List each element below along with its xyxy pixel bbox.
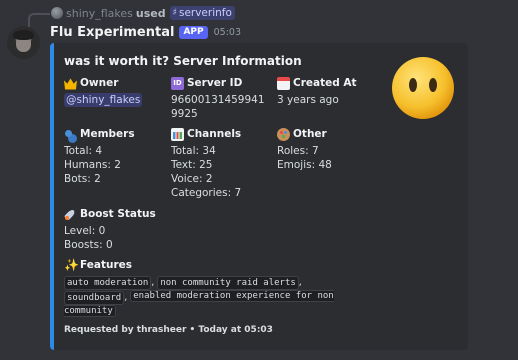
users-icon [64,128,77,141]
members-bots: Bots: 2 [64,173,101,185]
field-created-at-label: Created At [293,77,357,89]
boost-count: Boosts: 0 [64,239,113,251]
field-channels-label: Channels [187,128,242,140]
field-owner: Owner @shiny_flakes [64,76,143,107]
rocket-icon [64,208,77,221]
created-at-value: 3 years ago [277,94,339,106]
neutral-face-no-mouth-emoji-icon [392,57,454,119]
feature-tag: auto moderation [64,276,152,290]
embed-footer: Requested by thrasheer • Today at 05:03 [64,325,273,335]
feature-tag: soundboard [64,291,125,305]
field-members: Members Total: 4 Humans: 2 Bots: 2 [64,127,135,186]
field-boost-label: Boost Status [80,208,156,220]
avatar-hair [13,30,34,40]
other-emojis: Emojis: 48 [277,159,332,171]
sparkles-icon: ✨ [64,257,79,272]
server-id-value: 966001314599419925 [171,94,265,120]
field-other-label: Other [293,128,327,140]
members-humans: Humans: 2 [64,159,121,171]
id-icon: ID [171,76,184,90]
app-badge: APP [179,26,208,39]
crown-icon [64,78,77,90]
other-roles: Roles: 7 [277,145,319,157]
boost-level: Level: 0 [64,225,106,237]
reply-username[interactable]: shiny_flakes [66,7,133,20]
field-features: ✨ Features auto moderation, non communit… [64,257,334,317]
message-timestamp[interactable]: 05:03 [214,27,241,38]
field-features-label: Features [80,259,132,271]
slash-command-chip[interactable]: ♯ serverinfo [169,6,235,20]
field-channels: Channels Total: 34 Text: 25 Voice: 2 Cat… [171,127,241,200]
field-created-at: Created At 3 years ago [277,76,357,107]
command-name: serverinfo [178,7,232,19]
reply-user-avatar[interactable] [51,7,63,19]
members-total: Total: 4 [64,145,103,157]
command-hash-icon: ♯ [172,8,177,18]
channels-categories: Categories: 7 [171,187,242,199]
calendar-icon [277,76,290,90]
message: shiny_flakes used ♯ serverinfo Flu Exper… [0,0,518,360]
author-avatar[interactable] [7,26,40,59]
reply-used-label: used [135,6,166,20]
field-members-label: Members [80,128,135,140]
owner-mention[interactable]: @shiny_flakes [64,93,143,107]
field-owner-label: Owner [80,77,119,89]
channels-voice: Voice: 2 [171,173,213,185]
field-other: Other Roles: 7 Emojis: 48 [277,127,332,172]
author-name[interactable]: Flu Experimental [50,25,174,40]
field-boost-status: Boost Status Level: 0 Boosts: 0 [64,207,156,252]
palette-icon [277,127,290,141]
embed-title: was it worth it? Server Information [64,54,302,68]
server-info-embed: was it worth it? Server Information Owne… [50,43,468,350]
command-reply-header: shiny_flakes used ♯ serverinfo [51,5,235,21]
channels-text: Text: 25 [171,159,213,171]
reply-spine [28,13,50,27]
field-server-id: ID Server ID 966001314599419925 [171,76,269,121]
chart-icon [171,127,184,141]
field-server-id-label: Server ID [187,77,243,89]
channels-total: Total: 34 [171,145,216,157]
feature-tag: non community raid alerts [157,276,299,290]
author-row: Flu Experimental APP 05:03 [50,25,241,40]
